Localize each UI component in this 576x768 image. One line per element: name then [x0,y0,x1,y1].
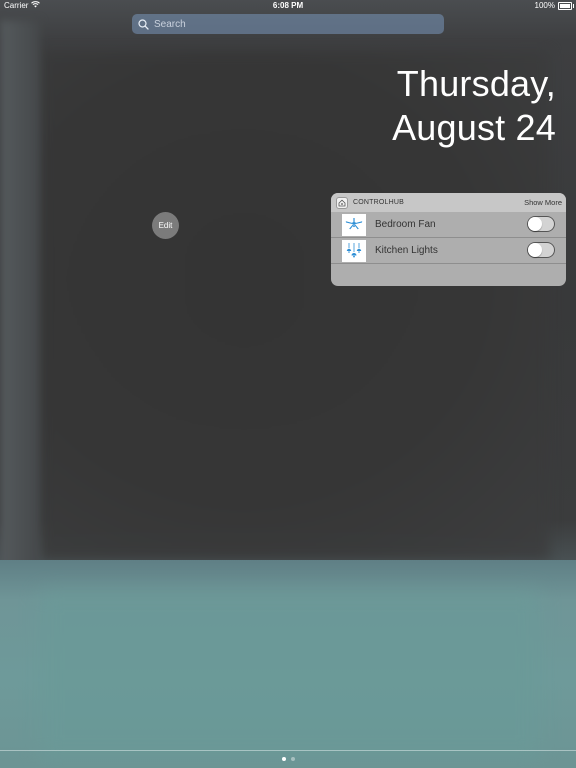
toggle-knob [528,217,542,231]
widget-app-name: CONTROLHUB [353,199,405,206]
device-label: Bedroom Fan [375,219,436,230]
edit-button[interactable]: Edit [152,212,179,239]
status-time: 6:08 PM [272,1,304,10]
page-indicator[interactable] [0,757,576,761]
device-label: Kitchen Lights [375,245,438,256]
dock-blur [40,590,540,760]
device-row-kitchen-lights[interactable]: Kitchen Lights [331,238,566,264]
pendant-lights-icon [342,239,366,262]
background-strip [0,20,40,580]
dock-divider [0,750,576,751]
page-dot-2 [290,757,295,761]
device-row-bedroom-fan[interactable]: Bedroom Fan [331,212,566,238]
status-right: 100% [534,0,574,12]
status-bar: Carrier 6:08 PM 100% [0,0,576,12]
bedroom-fan-toggle[interactable] [527,216,555,232]
controlhub-widget: CONTROLHUB Show More Bedroom Fan Kitchen… [331,193,566,286]
controlhub-app-icon [336,196,348,209]
toggle-knob [528,243,542,257]
widget-header: CONTROLHUB Show More [331,193,566,212]
ceiling-fan-icon [342,213,366,236]
battery-icon [558,2,574,10]
search-bar[interactable]: Search [132,14,444,34]
battery-percent: 100% [534,1,555,10]
show-more-button[interactable]: Show More [524,193,562,212]
kitchen-lights-toggle[interactable] [527,242,555,258]
battery-fill [560,4,570,8]
search-icon [137,18,149,30]
date-display: Thursday, August 24 [392,62,556,150]
weekday-label: Thursday, [396,63,556,104]
search-input[interactable]: Search [154,19,186,30]
page-dot-1 [281,757,286,761]
date-label: August 24 [392,107,556,148]
